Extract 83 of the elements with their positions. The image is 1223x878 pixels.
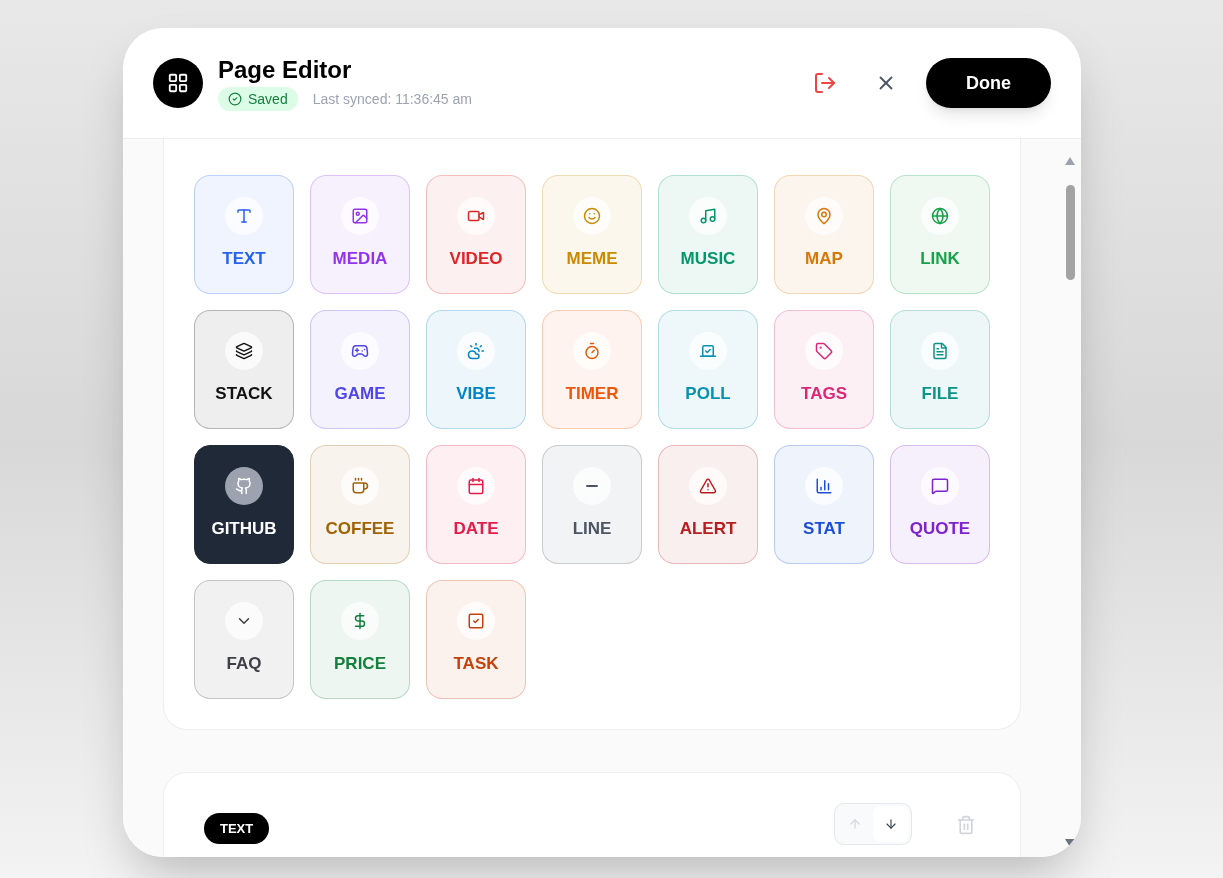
saved-status: Saved (218, 87, 298, 111)
tag-icon (815, 342, 833, 360)
arrow-down-icon (884, 817, 898, 831)
block-label: MUSIC (680, 250, 736, 267)
block-tile[interactable]: PRICE (310, 580, 410, 699)
block-label: TIMER (565, 385, 619, 402)
scroll-up-icon[interactable] (1065, 157, 1075, 165)
block-tile[interactable]: LINK (890, 175, 990, 294)
ballot-check-icon (699, 342, 717, 360)
block-tile[interactable]: FAQ (194, 580, 294, 699)
letter-t-icon (235, 207, 253, 225)
block-tile[interactable]: MEME (542, 175, 642, 294)
block-tile[interactable]: GITHUB (194, 445, 294, 564)
block-label: GITHUB (211, 520, 277, 537)
block-label: TEXT (222, 250, 266, 267)
block-label: GAME (334, 385, 386, 402)
block-label: DATE (453, 520, 499, 537)
block-tile[interactable]: TASK (426, 580, 526, 699)
check-circle-icon (228, 92, 242, 106)
block-label: TAGS (801, 385, 847, 402)
warning-icon (699, 477, 717, 495)
block-label: VIBE (456, 385, 496, 402)
block-label: LINK (920, 250, 960, 267)
scrollbar-thumb[interactable] (1065, 185, 1075, 280)
trash-icon (956, 815, 976, 835)
block-label: FAQ (226, 655, 262, 672)
block-tile[interactable]: FILE (890, 310, 990, 429)
block-label: MEDIA (332, 250, 388, 267)
block-tile[interactable]: MAP (774, 175, 874, 294)
coffee-cup-icon (351, 477, 369, 495)
block-tile[interactable]: VIBE (426, 310, 526, 429)
block-tile[interactable]: ALERT (658, 445, 758, 564)
document-icon (931, 342, 949, 360)
cloud-sun-icon (467, 342, 485, 360)
block-label: QUOTE (909, 520, 971, 537)
block-label: TASK (453, 655, 499, 672)
block-label: STACK (215, 385, 273, 402)
block-label: FILE (921, 385, 959, 402)
calendar-icon (467, 477, 485, 495)
map-pin-icon (815, 207, 833, 225)
block-label: ALERT (679, 520, 737, 537)
block-label: VIDEO (449, 250, 503, 267)
block-label: MAP (805, 250, 843, 267)
block-tile[interactable]: TIMER (542, 310, 642, 429)
minus-icon (586, 485, 598, 487)
block-type-tag: TEXT (204, 813, 270, 844)
done-button[interactable]: Done (926, 58, 1051, 108)
layers-icon (235, 342, 253, 360)
exit-icon (813, 71, 837, 95)
block-label: MEME (566, 250, 618, 267)
checkbox-icon (467, 612, 485, 630)
music-note-icon (699, 207, 717, 225)
block-tile[interactable]: COFFEE (310, 445, 410, 564)
smiley-icon (583, 207, 601, 225)
block-label: POLL (685, 385, 731, 402)
move-down-button[interactable] (873, 806, 909, 842)
dialog-title: Page Editor (218, 55, 353, 85)
speech-bubble-icon (931, 477, 949, 495)
gamepad-icon (351, 342, 369, 360)
bar-chart-icon (815, 477, 833, 495)
block-tile[interactable]: STAT (774, 445, 874, 564)
block-tile[interactable]: DATE (426, 445, 526, 564)
block-tile[interactable]: QUOTE (890, 445, 990, 564)
block-tile[interactable]: VIDEO (426, 175, 526, 294)
block-tile[interactable]: MUSIC (658, 175, 758, 294)
scroll-down-icon[interactable] (1065, 839, 1075, 847)
block-label: COFFEE (325, 520, 395, 537)
block-tile[interactable]: TEXT (194, 175, 294, 294)
last-synced-text: Last synced: 11:36:45 am (312, 89, 472, 109)
block-label: PRICE (334, 655, 386, 672)
block-label: LINE (572, 520, 612, 537)
stopwatch-icon (583, 342, 601, 360)
globe-icon (931, 207, 949, 225)
grid-icon (167, 72, 189, 94)
block-tile[interactable]: GAME (310, 310, 410, 429)
block-tile[interactable]: POLL (658, 310, 758, 429)
block-tile[interactable]: TAGS (774, 310, 874, 429)
cat-logo-icon (235, 477, 253, 495)
block-tile[interactable]: LINE (542, 445, 642, 564)
image-icon (351, 207, 369, 225)
block-tile[interactable]: STACK (194, 310, 294, 429)
block-label: STAT (803, 520, 845, 537)
block-tile[interactable]: MEDIA (310, 175, 410, 294)
